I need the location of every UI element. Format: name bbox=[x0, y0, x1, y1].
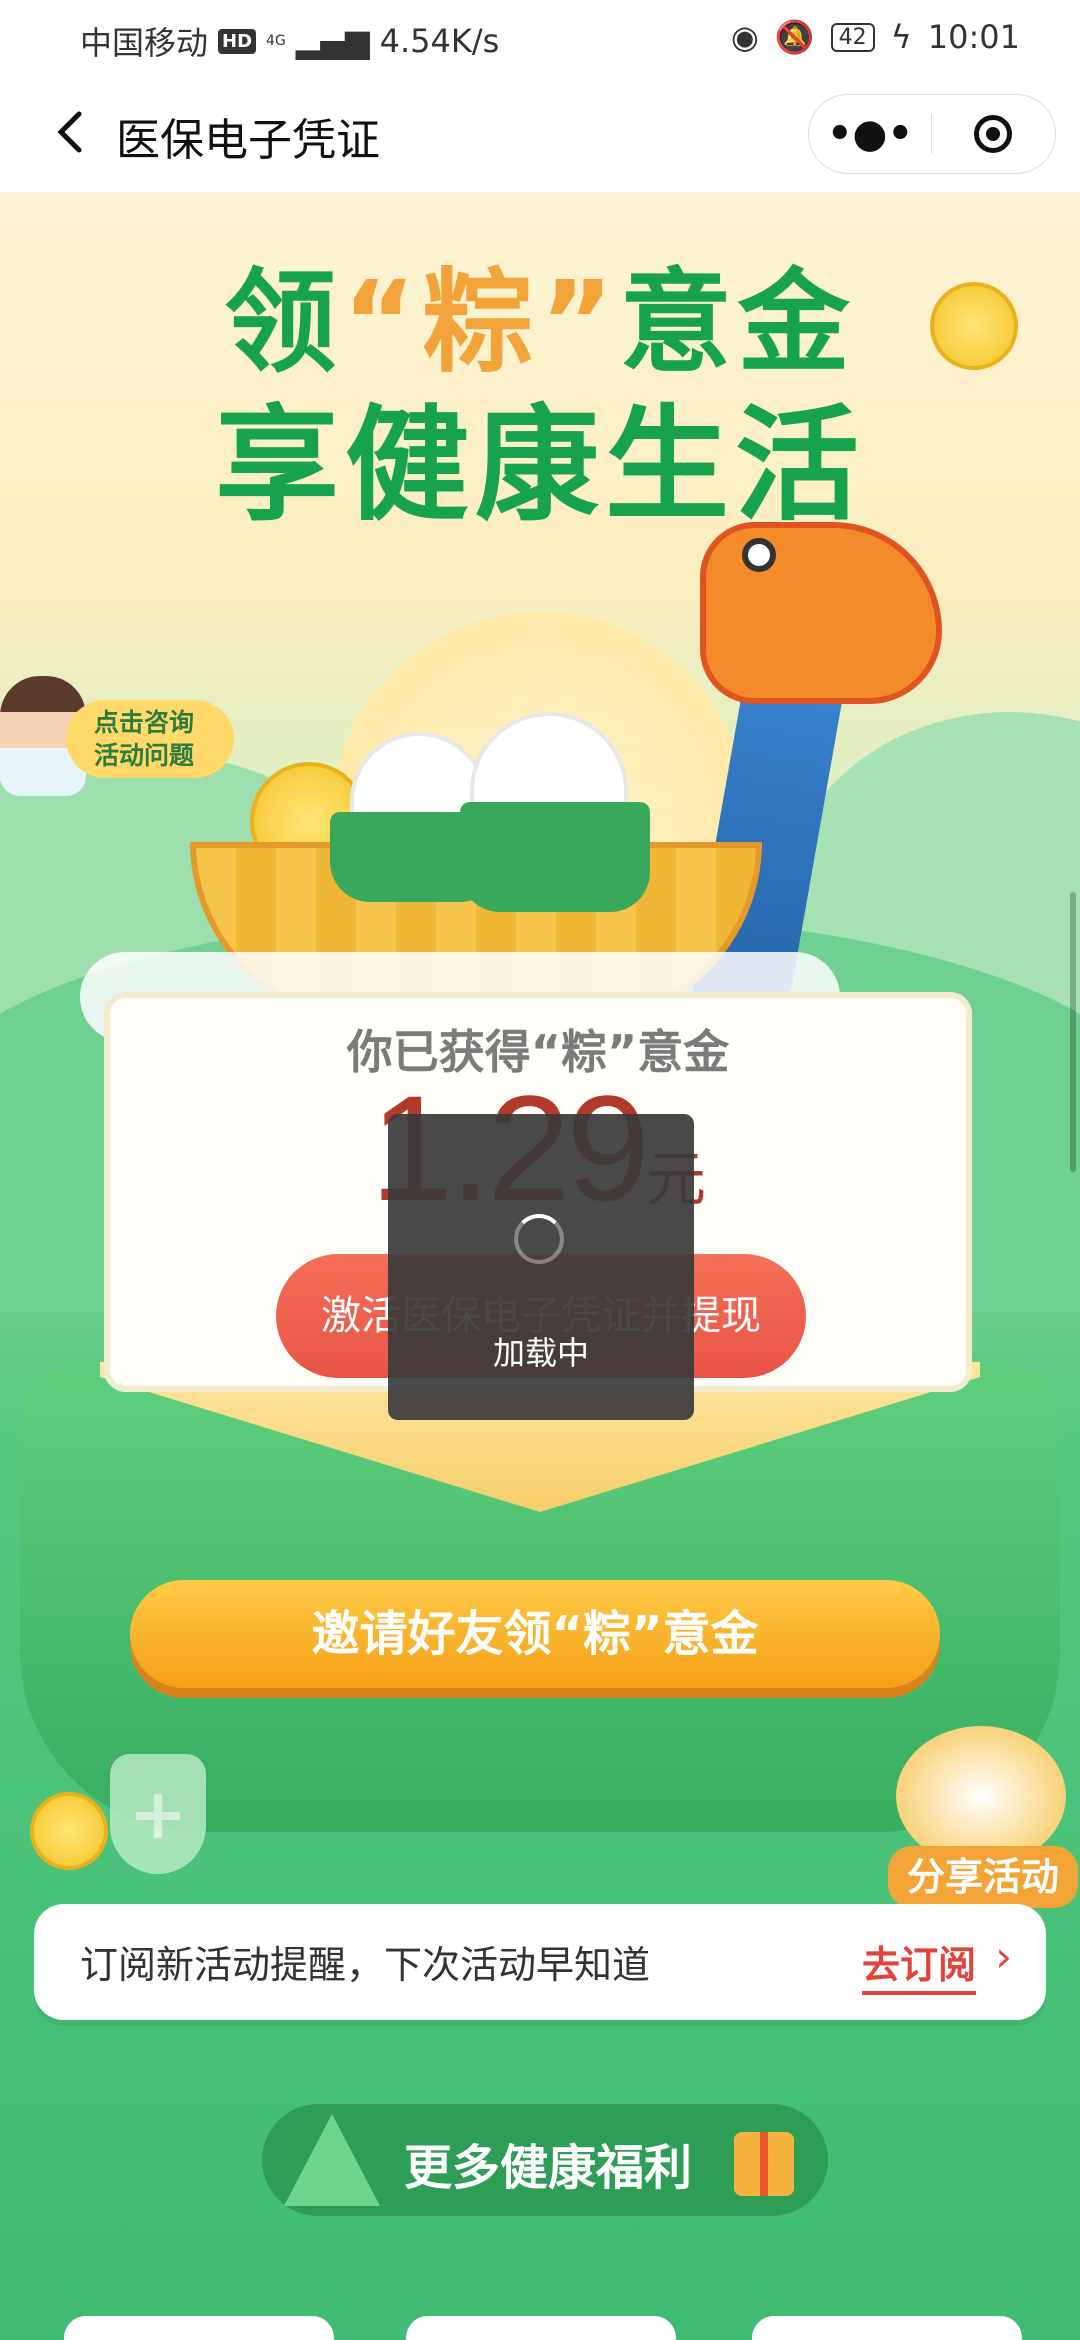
benefit-card[interactable] bbox=[752, 2316, 1022, 2340]
more-benefits-title: 更多健康福利 bbox=[404, 2140, 693, 2196]
invite-friends-button[interactable]: 邀请好友领“粽”意金 bbox=[130, 1580, 940, 1688]
benefit-card[interactable] bbox=[406, 2316, 676, 2340]
miniprogram-capsule: •●• bbox=[808, 94, 1056, 174]
hd-icon: HD bbox=[218, 28, 257, 54]
benefit-card[interactable] bbox=[64, 2316, 334, 2340]
charging-icon: ϟ bbox=[890, 18, 912, 56]
target-ring bbox=[974, 115, 1012, 153]
clock: 10:01 bbox=[927, 18, 1020, 56]
status-left: 中国移动 HD 4G ▂▄▆ 4.54K/s bbox=[80, 18, 499, 64]
coin-icon bbox=[930, 282, 1018, 370]
loading-text: 加载中 bbox=[492, 1334, 589, 1372]
share-activity-button[interactable]: 分享活动 bbox=[888, 1726, 1080, 1916]
network-type: 4G bbox=[266, 33, 286, 49]
chevron-left-icon[interactable] bbox=[40, 102, 100, 162]
carrier-name: 中国移动 bbox=[80, 24, 209, 62]
consult-text-2: 活动问题 bbox=[94, 741, 195, 770]
consult-widget[interactable]: 点击咨询 活动问题 bbox=[0, 676, 240, 796]
target-icon[interactable] bbox=[932, 115, 1054, 153]
status-right: ◉ 🔕 42 ϟ 10:01 bbox=[731, 18, 1020, 56]
medical-cross-icon: + bbox=[110, 1754, 206, 1874]
spinner-icon bbox=[514, 1214, 564, 1264]
page-title: 医保电子凭证 bbox=[116, 115, 380, 166]
status-bar: 中国移动 HD 4G ▂▄▆ 4.54K/s ◉ 🔕 42 ϟ 10:01 bbox=[0, 0, 1080, 72]
zongzi-icon bbox=[284, 2114, 380, 2206]
subscribe-text: 订阅新活动提醒，下次活动早知道 bbox=[80, 1943, 651, 1987]
share-label: 分享活动 bbox=[888, 1846, 1078, 1908]
battery-icon: 42 bbox=[830, 22, 875, 52]
dragon-eye bbox=[742, 538, 776, 572]
consult-bubble: 点击咨询 活动问题 bbox=[66, 700, 234, 778]
target-dot bbox=[986, 127, 1000, 141]
chevron-right-icon[interactable]: › bbox=[995, 1932, 1012, 1981]
eye-icon: ◉ bbox=[730, 18, 759, 56]
coin-icon bbox=[30, 1792, 108, 1870]
more-dots-icon[interactable]: •●• bbox=[809, 111, 931, 157]
subscribe-link[interactable]: 去订阅 bbox=[861, 1934, 976, 1995]
headline-line-2: 享健康生活 bbox=[214, 394, 865, 538]
dragon-head bbox=[700, 522, 942, 704]
zongzi-wrap bbox=[460, 802, 650, 912]
gift-icon bbox=[734, 2132, 794, 2196]
loading-toast: 加载中 bbox=[388, 1114, 694, 1420]
mute-bell-icon: 🔕 bbox=[774, 18, 815, 56]
subscribe-banner: 订阅新活动提醒，下次活动早知道 去订阅 › bbox=[34, 1904, 1046, 2020]
network-speed: 4.54K/s bbox=[379, 22, 500, 60]
scrollbar[interactable] bbox=[1070, 892, 1076, 1172]
benefit-cards-row bbox=[0, 2316, 1080, 2340]
consult-text-1: 点击咨询 bbox=[94, 708, 195, 737]
nav-bar: 医保电子凭证 •●• bbox=[0, 72, 1080, 193]
share-illustration bbox=[896, 1726, 1066, 1866]
signal-icon: ▂▄▆ bbox=[295, 22, 370, 60]
